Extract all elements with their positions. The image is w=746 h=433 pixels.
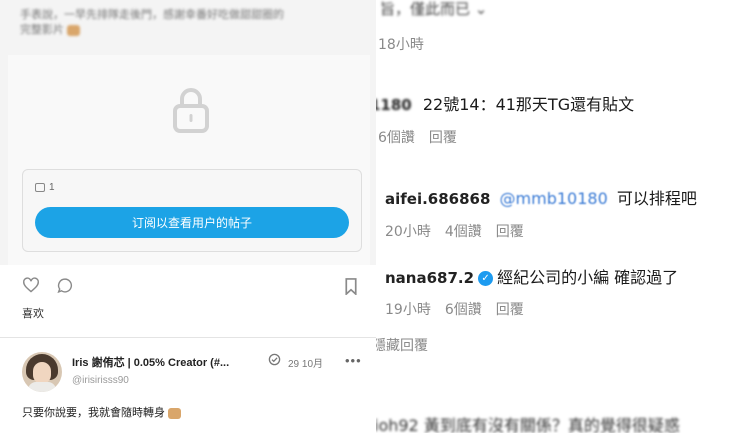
media-count-value: 1 <box>49 182 55 193</box>
subscribe-button[interactable]: 订阅以查看用户的帖子 <box>35 207 349 238</box>
heart-icon[interactable] <box>22 277 40 293</box>
partial-comment-bottom: ioh92 黃到底有沒有關係？真的覺得很疑惑 <box>376 416 680 433</box>
reply-button[interactable]: 回覆 <box>429 130 457 146</box>
mention-link[interactable]: @mmb10180 <box>500 189 608 208</box>
post-body-text: 只要你說要，我就會隨時轉身 <box>22 407 165 419</box>
comment-meta: 6個讚 回覆 <box>378 127 471 147</box>
comment-user[interactable]: aifei.686868 <box>385 190 490 208</box>
comments-panel: 旨，僅此而已 ⌄ 18小時 1180 22號14：41那天TG還有貼文 6個讚回… <box>376 0 746 433</box>
comment-likes[interactable]: 4個讚 <box>445 224 482 240</box>
post-panel: 手表說，一早先排隊走後門，感謝幸番好吃做甜甜圈的 完整影片 1 订阅以查看用户的… <box>0 0 376 433</box>
emoji-icon <box>168 407 182 419</box>
comment-2: aifei.686868 @mmb10180 可以排程吧 <box>385 185 697 209</box>
emoji-icon <box>67 24 81 36</box>
more-icon[interactable]: ••• <box>345 353 362 368</box>
reply-button[interactable]: 回覆 <box>496 302 524 318</box>
blurred-caption: 手表說，一早先排隊走後門，感謝幸番好吃做甜甜圈的 完整影片 <box>20 8 360 38</box>
hide-replies-button[interactable]: 隱藏回覆 <box>376 335 428 355</box>
post-item: Iris 謝侑芯 | 0.05% Creator (#... 29 10月 ••… <box>0 338 376 433</box>
media-count: 1 <box>35 182 55 193</box>
post-handle[interactable]: @irisirisss90 <box>72 375 129 386</box>
comment-time: 20小時 <box>385 224 431 240</box>
partial-comment-top: 旨，僅此而已 ⌄ <box>380 0 488 18</box>
subscribe-box: 1 订阅以查看用户的帖子 <box>22 169 362 252</box>
verified-icon <box>268 353 281 366</box>
comment-text: 經紀公司的小編 確認過了 <box>497 268 679 287</box>
comment-meta: 20小時 4個讚 回覆 <box>385 221 538 241</box>
comment-text: 可以排程吧 <box>616 189 697 208</box>
lock-icon <box>173 88 209 133</box>
comment-likes[interactable]: 6個讚 <box>445 302 482 318</box>
post-actions: 喜欢 <box>0 265 376 337</box>
avatar[interactable] <box>22 352 62 392</box>
comment-text: 22號14：41那天TG還有貼文 <box>422 95 635 114</box>
comment-3: nana687.2 ✓ 經紀公司的小編 確認過了 <box>385 264 678 288</box>
blurred-caption-line: 完整影片 <box>20 24 64 36</box>
reply-button[interactable]: 回覆 <box>496 224 524 240</box>
comment-meta: 19小時 6個讚 回覆 <box>385 299 538 319</box>
comment-likes[interactable]: 6個讚 <box>378 130 415 146</box>
verified-icon: ✓ <box>478 271 494 286</box>
comment-time: 18小時 <box>378 37 424 53</box>
blurred-caption-line: 手表說，一早先排隊走後門，感謝幸番好吃做甜甜圈的 <box>20 9 284 21</box>
bookmark-icon[interactable] <box>344 278 358 295</box>
post-author[interactable]: Iris 謝侑芯 | 0.05% Creator (#... <box>72 354 229 370</box>
post-date: 29 10月 <box>288 359 324 370</box>
comment-icon[interactable] <box>56 277 74 294</box>
comment-user[interactable]: nana687.2 <box>385 269 474 287</box>
post-body: 只要你說要，我就會隨時轉身 <box>22 404 182 420</box>
comment-1: 1180 22號14：41那天TG還有貼文 <box>376 91 634 115</box>
comment-time: 19小時 <box>385 302 431 318</box>
likes-label[interactable]: 喜欢 <box>22 305 44 321</box>
comment-user[interactable]: 1180 <box>376 96 412 114</box>
image-icon <box>35 183 45 192</box>
